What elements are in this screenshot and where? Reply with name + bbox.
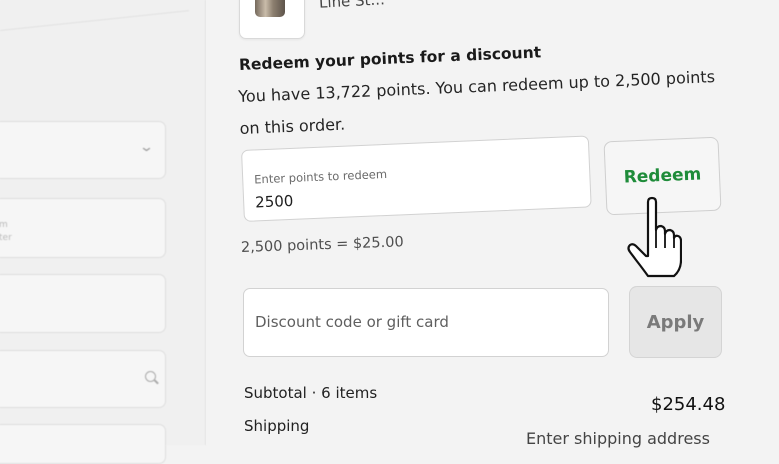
hand-pointer-cursor-icon <box>627 196 682 278</box>
discount-code-input[interactable]: Discount code or gift card <box>243 288 609 357</box>
checkout-form-pane: ⌄ m ter <box>0 0 206 464</box>
product-thumbnail <box>239 0 305 39</box>
apartment-field[interactable] <box>0 424 166 464</box>
discount-code-placeholder: Discount code or gift card <box>255 313 449 331</box>
pipe-fitting-image <box>255 0 285 17</box>
chevron-down-icon: ⌄ <box>138 140 155 155</box>
field-hint: m ter <box>0 220 12 243</box>
subtotal-label: Subtotal · 6 items <box>244 384 378 402</box>
search-icon <box>145 371 156 382</box>
address-search-field[interactable] <box>0 350 166 408</box>
address-field[interactable]: m ter <box>0 198 166 258</box>
shipping-label: Shipping <box>244 417 310 435</box>
country-select[interactable]: ⌄ <box>0 121 166 179</box>
order-summary-pane: Line St... Redeem your points for a disc… <box>206 0 779 448</box>
points-conversion-text: 2,500 points = $25.00 <box>240 234 404 256</box>
apply-button[interactable]: Apply <box>629 286 722 358</box>
name-field[interactable] <box>0 274 166 333</box>
shipping-value: Enter shipping address <box>526 429 710 448</box>
subtotal-value: $254.48 <box>651 394 726 415</box>
points-balance-message: You have 13,722 points. You can redeem u… <box>237 67 716 138</box>
points-input[interactable]: Enter points to redeem 2500 <box>241 135 592 222</box>
product-name: Line St... <box>318 0 386 12</box>
points-input-value[interactable]: 2500 <box>255 192 294 212</box>
points-input-label: Enter points to redeem <box>253 166 388 187</box>
divider <box>0 10 190 31</box>
